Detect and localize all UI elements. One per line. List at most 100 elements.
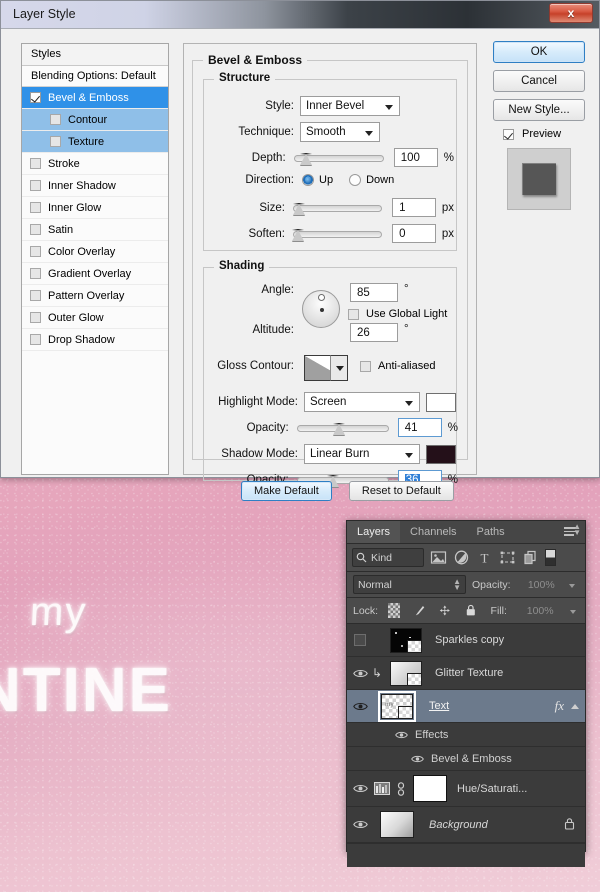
lock-image-icon[interactable] bbox=[414, 603, 426, 618]
checkbox-color-overlay[interactable] bbox=[30, 246, 41, 257]
styles-list-header[interactable]: Styles bbox=[22, 44, 168, 66]
shape-filter-icon[interactable] bbox=[499, 550, 516, 565]
mask-link-icon[interactable] bbox=[393, 781, 409, 796]
style-item-inner-glow[interactable]: Inner Glow bbox=[22, 197, 168, 219]
style-item-stroke[interactable]: Stroke bbox=[22, 153, 168, 175]
style-item-color-overlay[interactable]: Color Overlay bbox=[22, 241, 168, 263]
type-filter-icon[interactable]: T bbox=[476, 550, 493, 566]
list-item[interactable]: Effects bbox=[347, 723, 585, 747]
use-global-light-toggle[interactable]: Use Global Light bbox=[348, 308, 447, 320]
list-item[interactable]: Bevel & Emboss bbox=[347, 747, 585, 771]
preview-toggle[interactable]: Preview bbox=[503, 128, 585, 140]
style-item-contour[interactable]: Contour bbox=[22, 109, 168, 131]
style-item-blending-options[interactable]: Blending Options: Default bbox=[22, 66, 168, 87]
effect-visibility-toggle[interactable] bbox=[407, 747, 427, 771]
technique-select[interactable]: Smooth bbox=[300, 122, 380, 142]
tab-channels[interactable]: Channels bbox=[400, 521, 466, 543]
layer-visibility-toggle[interactable] bbox=[349, 624, 371, 657]
table-row[interactable]: Hue/Saturati... bbox=[347, 771, 585, 807]
highlight-opacity-slider[interactable] bbox=[296, 421, 389, 435]
style-item-gradient-overlay[interactable]: Gradient Overlay bbox=[22, 263, 168, 285]
altitude-input[interactable]: 26 bbox=[350, 323, 398, 342]
effects-visibility-toggle[interactable] bbox=[391, 723, 411, 747]
fill-dropdown-icon[interactable] bbox=[565, 601, 579, 620]
depth-slider[interactable] bbox=[293, 151, 384, 165]
layer-mask-badge[interactable] bbox=[407, 672, 421, 685]
tab-paths[interactable]: Paths bbox=[467, 521, 515, 543]
style-item-texture[interactable]: Texture bbox=[22, 131, 168, 153]
checkbox-inner-glow[interactable] bbox=[30, 202, 41, 213]
highlight-opacity-input[interactable]: 41 bbox=[397, 418, 442, 437]
blend-mode-select[interactable]: Normal ▲ ▼ bbox=[353, 575, 467, 594]
sparkles-thumb[interactable] bbox=[390, 627, 422, 653]
filter-kind-select[interactable]: Kind ▲ ▼ bbox=[352, 523, 581, 567]
angle-dial[interactable] bbox=[302, 290, 340, 328]
reset-to-default-button[interactable]: Reset to Default bbox=[348, 481, 454, 501]
layer-name[interactable]: Sparkles copy bbox=[429, 634, 585, 646]
checkbox-anti-aliased[interactable] bbox=[360, 360, 371, 372]
table-row[interactable]: ↳ Glitter Texture bbox=[347, 657, 585, 690]
shadow-color-swatch[interactable] bbox=[426, 444, 456, 464]
style-item-outer-glow[interactable]: Outer Glow bbox=[22, 307, 168, 329]
table-row[interactable]: my Text fx bbox=[347, 690, 585, 723]
checkbox-contour[interactable] bbox=[50, 114, 61, 125]
checkbox-gradient-overlay[interactable] bbox=[30, 268, 41, 279]
pixel-filter-icon[interactable] bbox=[430, 550, 447, 565]
style-item-drop-shadow[interactable]: Drop Shadow bbox=[22, 329, 168, 351]
lock-all-icon[interactable] bbox=[465, 603, 477, 618]
layer-mask-badge[interactable] bbox=[407, 639, 421, 652]
filter-toggle-icon[interactable] bbox=[545, 549, 556, 566]
checkbox-pattern-overlay[interactable] bbox=[30, 290, 41, 301]
checkbox-preview[interactable] bbox=[503, 128, 514, 140]
adjustment-filter-icon[interactable] bbox=[453, 550, 470, 565]
table-row[interactable]: Sparkles copy bbox=[347, 624, 585, 657]
radio-up-icon[interactable] bbox=[302, 174, 314, 186]
stepper-icon[interactable]: ▲ ▼ bbox=[453, 578, 461, 592]
style-item-inner-shadow[interactable]: Inner Shadow bbox=[22, 175, 168, 197]
radio-down-icon[interactable] bbox=[349, 174, 362, 186]
fx-badge-icon[interactable]: fx bbox=[555, 698, 568, 714]
layer-name[interactable]: Hue/Saturati... bbox=[451, 783, 585, 795]
expand-effects-icon[interactable] bbox=[568, 700, 581, 713]
checkbox-bevel-emboss[interactable] bbox=[30, 92, 41, 103]
layer-visibility-toggle[interactable] bbox=[349, 657, 371, 690]
depth-slider-thumb[interactable] bbox=[299, 152, 312, 165]
lock-position-icon[interactable] bbox=[439, 603, 451, 618]
tab-layers[interactable]: Layers bbox=[347, 521, 401, 543]
layer-visibility-toggle[interactable] bbox=[349, 807, 371, 843]
fill-value[interactable]: 100% bbox=[517, 601, 558, 620]
checkbox-texture[interactable] bbox=[50, 136, 61, 147]
layer-name[interactable]: Glitter Texture bbox=[429, 667, 585, 679]
smartobject-filter-icon[interactable] bbox=[522, 550, 539, 565]
size-input[interactable]: 1 bbox=[392, 198, 436, 217]
depth-input[interactable]: 100 bbox=[393, 148, 438, 167]
checkbox-inner-shadow[interactable] bbox=[30, 180, 41, 191]
table-row[interactable]: Background bbox=[347, 807, 585, 843]
make-default-button[interactable]: Make Default bbox=[241, 481, 332, 501]
opacity-value[interactable]: 100% bbox=[516, 575, 559, 594]
gloss-contour-dropdown[interactable] bbox=[330, 355, 348, 381]
size-slider[interactable] bbox=[292, 201, 383, 215]
highlight-mode-select[interactable]: Screen bbox=[304, 392, 420, 412]
hue-saturation-mask-thumb[interactable] bbox=[413, 775, 447, 802]
checkbox-use-global-light[interactable] bbox=[348, 308, 359, 320]
radio-direction-down[interactable]: Down bbox=[349, 174, 394, 186]
style-item-bevel-emboss[interactable]: Bevel & Emboss bbox=[22, 87, 168, 109]
stepper-icon[interactable]: ▲ ▼ bbox=[573, 523, 581, 537]
background-thumb[interactable] bbox=[380, 811, 414, 838]
layer-mask-badge[interactable] bbox=[398, 705, 412, 718]
size-slider-thumb[interactable] bbox=[292, 202, 305, 215]
style-select[interactable]: Inner Bevel bbox=[300, 96, 400, 116]
anti-aliased-toggle[interactable]: Anti-aliased bbox=[360, 360, 435, 372]
layer-name[interactable]: Background bbox=[423, 819, 564, 831]
layer-visibility-toggle[interactable] bbox=[349, 690, 371, 723]
checkbox-outer-glow[interactable] bbox=[30, 312, 41, 323]
checkbox-stroke[interactable] bbox=[30, 158, 41, 169]
highlight-color-swatch[interactable] bbox=[426, 392, 456, 412]
checkbox-drop-shadow[interactable] bbox=[30, 334, 41, 345]
soften-slider[interactable] bbox=[291, 227, 383, 241]
close-icon[interactable]: x bbox=[549, 3, 593, 23]
cancel-button[interactable]: Cancel bbox=[493, 70, 585, 92]
layer-visibility-toggle[interactable] bbox=[349, 771, 371, 807]
lock-transparency-icon[interactable] bbox=[388, 603, 400, 618]
